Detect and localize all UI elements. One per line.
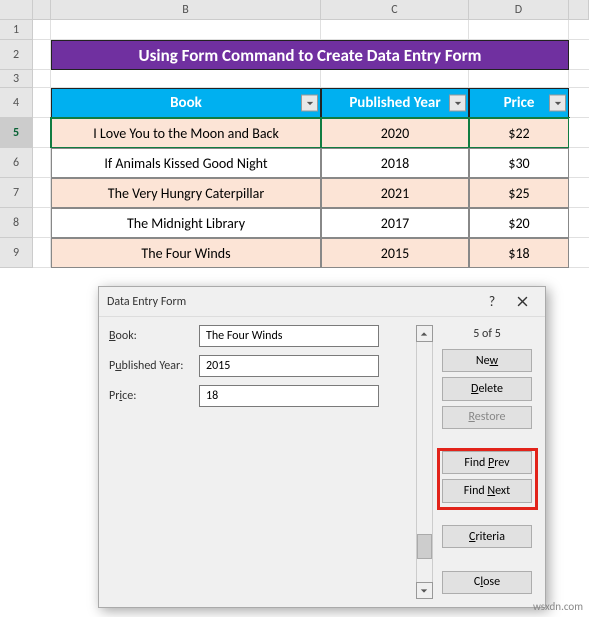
cell-book[interactable]: The Midnight Library <box>51 208 321 238</box>
record-counter: 5 of 5 <box>473 325 501 341</box>
button-column: 5 of 5 New Delete Restore Find Prev Find… <box>439 325 535 599</box>
delete-button[interactable]: Delete <box>442 377 532 400</box>
record-scrollbar[interactable] <box>415 325 433 599</box>
row-2: 2 Using Form Command to Create Data Entr… <box>0 40 589 70</box>
scroll-thumb[interactable] <box>417 534 432 559</box>
restore-button[interactable]: Restore <box>442 406 532 429</box>
th-price[interactable]: Price <box>469 88 569 118</box>
input-book[interactable] <box>199 325 379 347</box>
row-6: 6 If Animals Kissed Good Night 2018 $30 <box>0 148 589 178</box>
watermark: wsxdn.com <box>533 600 583 613</box>
cell-year[interactable]: 2020 <box>321 118 469 148</box>
cell-book[interactable]: The Very Hungry Caterpillar <box>51 178 321 208</box>
col-C[interactable]: C <box>321 0 469 19</box>
row-5: 5 I Love You to the Moon and Back 2020 $… <box>0 118 589 148</box>
filter-icon[interactable] <box>449 95 466 112</box>
help-icon[interactable]: ? <box>477 290 507 314</box>
dialog-title: Data Entry Form <box>107 295 477 309</box>
cell-year[interactable]: 2018 <box>321 148 469 178</box>
cell-year[interactable]: 2017 <box>321 208 469 238</box>
cell-price[interactable]: $20 <box>469 208 569 238</box>
cell-book[interactable]: If Animals Kissed Good Night <box>51 148 321 178</box>
label-book: Book: <box>109 329 199 343</box>
dialog-titlebar[interactable]: Data Entry Form ? <box>99 287 545 317</box>
close-icon[interactable] <box>507 290 537 314</box>
th-book[interactable]: Book <box>51 88 321 118</box>
col-A[interactable] <box>33 0 51 19</box>
label-price: Price: <box>109 389 199 403</box>
find-prev-button[interactable]: Find Prev <box>442 451 532 474</box>
col-D[interactable]: D <box>469 0 569 19</box>
cell-book[interactable]: The Four Winds <box>51 238 321 268</box>
title-banner[interactable]: Using Form Command to Create Data Entry … <box>51 40 569 70</box>
cell-price[interactable]: $22 <box>469 118 569 148</box>
row-4-header: 4 Book Published Year Price <box>0 88 589 118</box>
row-3: 3 <box>0 70 589 88</box>
find-next-button[interactable]: Find Next <box>442 479 532 502</box>
cell-book[interactable]: I Love You to the Moon and Back <box>51 118 321 148</box>
cell-year[interactable]: 2015 <box>321 238 469 268</box>
select-all-corner[interactable] <box>0 0 33 20</box>
cell-price[interactable]: $30 <box>469 148 569 178</box>
scroll-down-icon[interactable] <box>416 582 433 599</box>
input-year[interactable] <box>199 355 379 377</box>
data-entry-form-dialog: Data Entry Form ? Book: Published Year: … <box>98 286 546 608</box>
criteria-button[interactable]: Criteria <box>442 525 532 548</box>
col-B[interactable]: B <box>51 0 321 19</box>
close-button[interactable]: Close <box>442 571 532 594</box>
cell-price[interactable]: $18 <box>469 238 569 268</box>
column-headers: B C D <box>0 0 589 20</box>
th-year[interactable]: Published Year <box>321 88 469 118</box>
cell-price[interactable]: $25 <box>469 178 569 208</box>
row-8: 8 The Midnight Library 2017 $20 <box>0 208 589 238</box>
row-1: 1 <box>0 20 589 40</box>
cell-year[interactable]: 2021 <box>321 178 469 208</box>
new-button[interactable]: New <box>442 349 532 372</box>
input-price[interactable] <box>199 385 379 407</box>
row-7: 7 The Very Hungry Caterpillar 2021 $25 <box>0 178 589 208</box>
filter-icon[interactable] <box>549 95 566 112</box>
spreadsheet: B C D 1 2 Using Form Command to Create D… <box>0 0 589 268</box>
filter-icon[interactable] <box>301 95 318 112</box>
label-year: Published Year: <box>109 359 199 373</box>
form-fields: Book: Published Year: Price: <box>109 325 409 599</box>
scroll-up-icon[interactable] <box>416 325 433 342</box>
row-9: 9 The Four Winds 2015 $18 <box>0 238 589 268</box>
